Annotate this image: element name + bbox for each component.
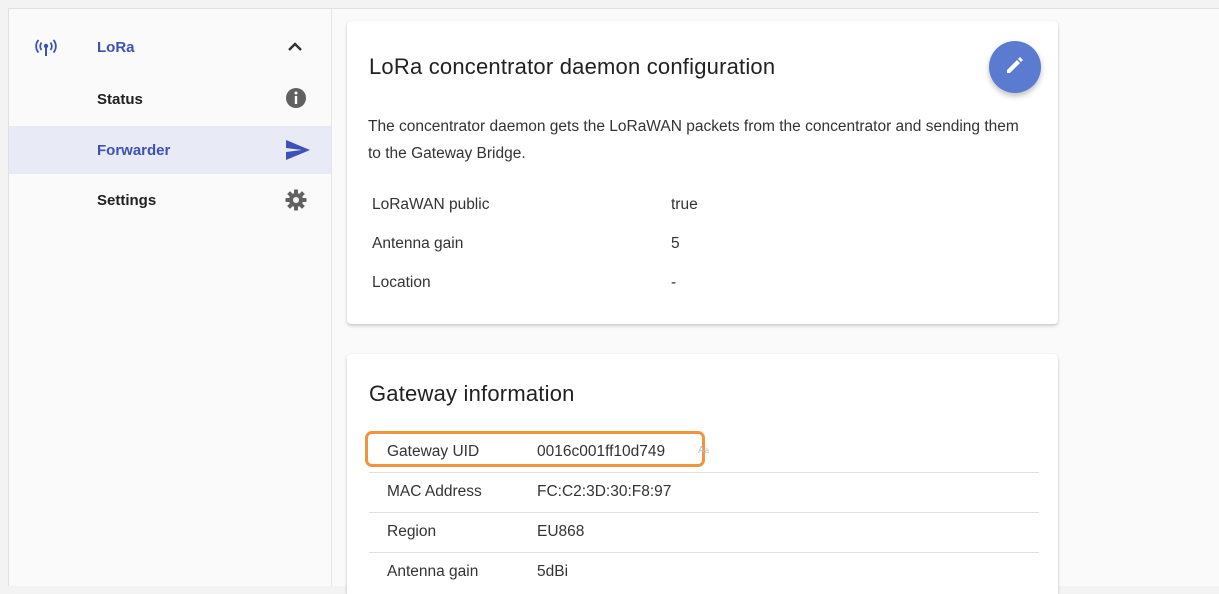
region-value: EU868 xyxy=(537,523,585,540)
chevron-up-icon[interactable] xyxy=(287,39,303,60)
gateway-information-card: Gateway information Gateway UID 0016c001… xyxy=(347,354,1058,594)
sidebar-item-label: Forwarder xyxy=(97,142,171,159)
antenna-gain-value: 5dBi xyxy=(537,563,569,580)
sidebar-item-label: Settings xyxy=(97,192,157,209)
send-icon xyxy=(285,139,311,166)
table-row: Antenna gain 5dBi xyxy=(369,553,1039,592)
sidebar-item-forwarder[interactable]: Forwarder xyxy=(9,126,331,174)
sidebar-item-label: Status xyxy=(97,91,143,108)
card-title: Gateway information xyxy=(369,381,575,406)
sidebar-item-settings[interactable]: Settings xyxy=(9,176,331,224)
card-title: LoRa concentrator daemon configuration xyxy=(369,54,776,79)
info-icon xyxy=(285,87,307,114)
field-value: 5 xyxy=(671,235,680,252)
field-label: LoRaWAN public xyxy=(372,196,490,213)
sidebar-section-lora[interactable]: LoRa xyxy=(9,25,331,73)
field-value: - xyxy=(671,274,677,291)
lora-antenna-icon xyxy=(35,39,57,62)
field-label: Antenna gain xyxy=(372,235,464,252)
concentrator-config-card: LoRa concentrator daemon configuration T… xyxy=(347,21,1058,324)
mac-address-value: FC:C2:3D:30:F8:97 xyxy=(537,483,672,500)
sidebar-item-status[interactable]: Status xyxy=(9,75,331,123)
card-description: The concentrator daemon gets the LoRaWAN… xyxy=(368,118,1019,162)
field-label: Location xyxy=(372,274,431,291)
gateway-uid-highlight xyxy=(365,431,705,467)
table-row: MAC Address FC:C2:3D:30:F8:97 xyxy=(369,473,1039,513)
region-label: Region xyxy=(387,523,437,540)
sidebar-section-label: LoRa xyxy=(97,39,135,56)
pencil-icon xyxy=(1004,54,1026,81)
text-cursor-icon: Aa xyxy=(698,445,710,456)
field-value: true xyxy=(671,196,698,213)
mac-address-label: MAC Address xyxy=(387,483,482,500)
edit-button[interactable] xyxy=(989,41,1041,93)
antenna-gain-label: Antenna gain xyxy=(387,563,479,580)
table-row: Region EU868 xyxy=(369,513,1039,553)
app-frame: LoRa Status Forwarder Settings LoRa conc… xyxy=(8,8,1219,594)
sidebar: LoRa Status Forwarder Settings xyxy=(9,9,332,586)
gear-icon xyxy=(285,189,307,216)
